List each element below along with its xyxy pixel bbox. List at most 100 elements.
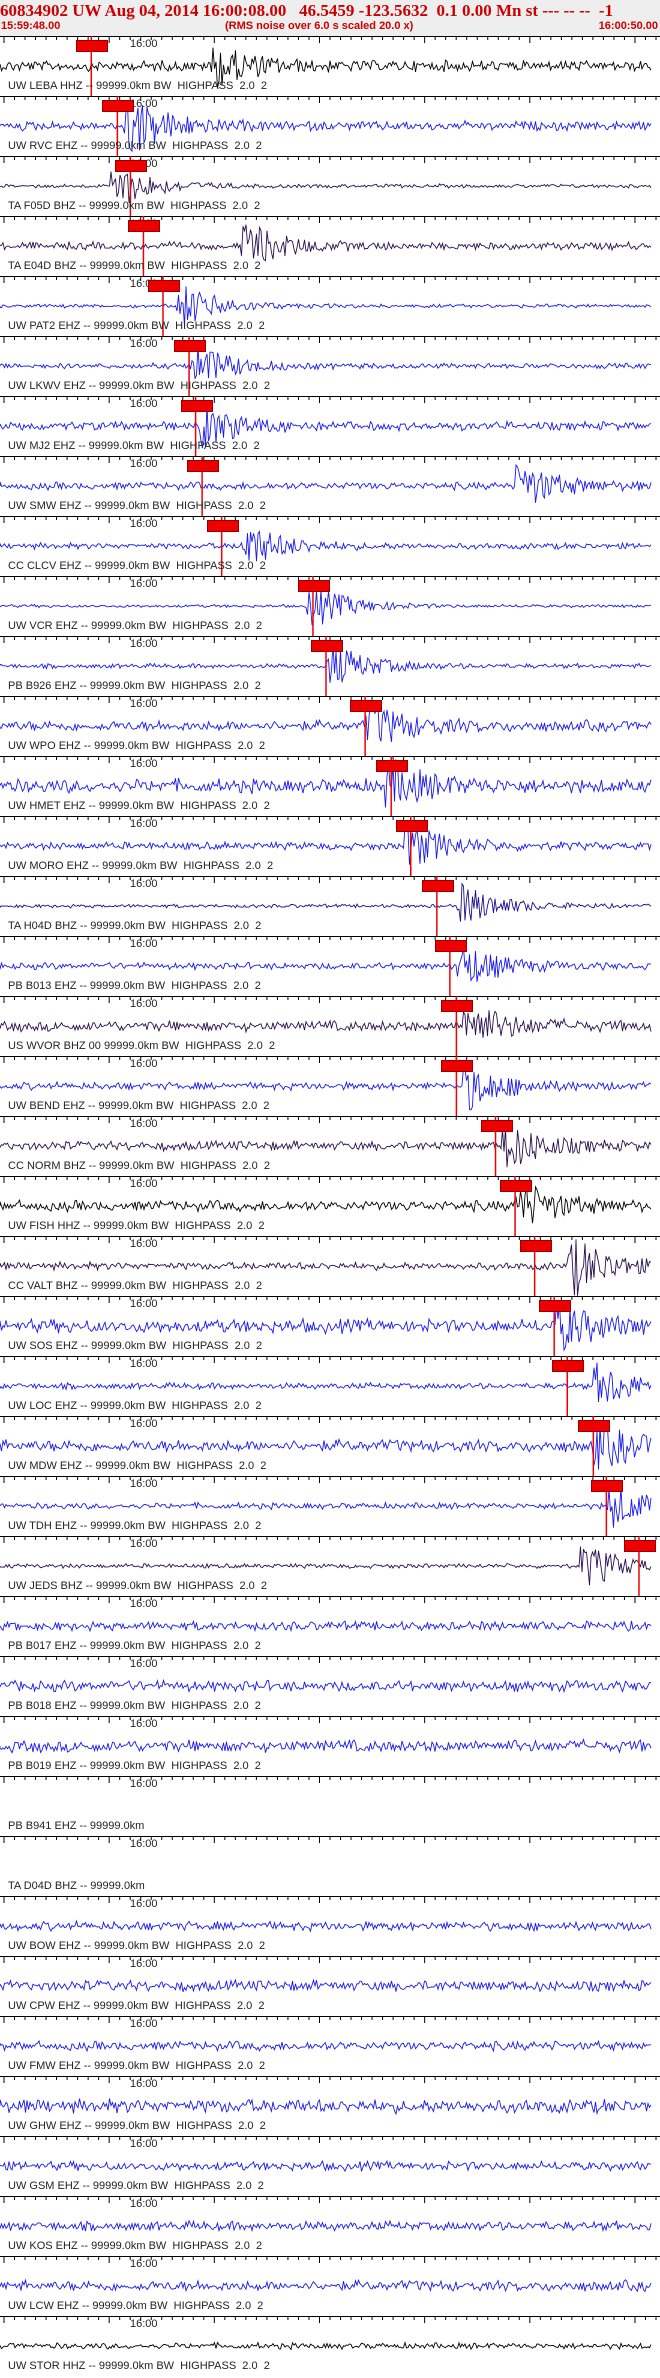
waveform — [0, 1619, 652, 1633]
station-label: UW TDH EHZ -- 99999.0km BW HIGHPASS 2.0 … — [8, 1520, 262, 1532]
waveform — [0, 2039, 652, 2053]
station-label: CC CLCV EHZ -- 99999.0km BW HIGHPASS 2.0… — [8, 560, 266, 572]
station-label: UW MJ2 EHZ -- 99999.0km BW HIGHPASS 2.0 … — [8, 440, 260, 452]
time-tick-label: 16:00 — [130, 818, 158, 830]
trace-row — [0, 1596, 660, 1633]
time-tick-label: 16:00 — [130, 2078, 158, 2090]
pick-marker[interactable] — [395, 820, 428, 832]
time-tick-label: 16:00 — [130, 1238, 158, 1250]
pick-marker[interactable] — [115, 160, 148, 172]
waveform — [0, 224, 652, 262]
station-label: UW MORO EHZ -- 99999.0km BW HIGHPASS 2.0… — [8, 860, 274, 872]
time-tick-label: 16:00 — [130, 1898, 158, 1910]
pick-marker[interactable] — [421, 880, 454, 892]
pick-marker[interactable] — [591, 1480, 624, 1492]
waveform — [0, 1737, 652, 1754]
pick-marker[interactable] — [539, 1300, 572, 1312]
pick-marker[interactable] — [500, 1180, 533, 1192]
station-label: UW GHW EHZ -- 99999.0km BW HIGHPASS 2.0 … — [8, 2120, 266, 2132]
station-label: CC NORM BHZ -- 99999.0km BW HIGHPASS 2.0… — [8, 1160, 271, 1172]
waveform — [0, 1978, 652, 1993]
time-tick-label: 16:00 — [130, 1418, 158, 1430]
station-label: UW SMW EHZ -- 99999.0km BW HIGHPASS 2.0 … — [8, 500, 266, 512]
pick-marker[interactable] — [552, 1360, 585, 1372]
trace-row — [0, 1776, 660, 1783]
pick-marker[interactable] — [519, 1240, 552, 1252]
time-tick-label: 16:00 — [130, 2198, 158, 2210]
pick-marker[interactable] — [480, 1120, 513, 1132]
waveform — [0, 345, 652, 379]
time-tick-label: 16:00 — [130, 698, 158, 710]
pick-marker[interactable] — [174, 340, 207, 352]
station-label: US WVOR BHZ 00 99999.0km BW HIGHPASS 2.0… — [8, 1040, 275, 1052]
pick-marker[interactable] — [187, 460, 220, 472]
waveform — [0, 1184, 652, 1224]
time-tick-label: 16:00 — [130, 338, 158, 350]
pick-marker[interactable] — [180, 400, 213, 412]
time-tick-label: 16:00 — [130, 1718, 158, 1730]
pick-marker[interactable] — [441, 1000, 474, 1012]
pick-marker[interactable] — [376, 760, 409, 772]
time-tick-label: 16:00 — [130, 1538, 158, 1550]
station-label: UW BOW EHZ -- 99999.0km BW HIGHPASS 2.0 … — [8, 1940, 266, 1952]
waveform — [0, 882, 652, 922]
station-label: UW RVC EHZ -- 99999.0km BW HIGHPASS 2.0 … — [8, 140, 262, 152]
waveform — [0, 171, 652, 203]
pick-marker[interactable] — [128, 220, 161, 232]
waveform — [0, 463, 652, 503]
pick-marker[interactable] — [578, 1420, 611, 1432]
waveform — [0, 2278, 652, 2293]
waveform — [0, 700, 652, 742]
station-label: PB B017 EHZ -- 99999.0km BW HIGHPASS 2.0… — [8, 1640, 261, 1652]
time-tick-label: 16:00 — [130, 878, 158, 890]
time-tick-label: 16:00 — [130, 2138, 158, 2150]
trace-row — [0, 1656, 660, 1694]
pick-marker[interactable] — [311, 640, 343, 652]
station-label: UW LEBA HHZ -- 99999.0km BW HIGHPASS 2.0… — [8, 80, 267, 92]
station-label: UW STOR HHZ -- 99999.0km BW HIGHPASS 2.0… — [8, 2360, 270, 2372]
time-tick-label: 16:00 — [130, 1658, 158, 1670]
waveform — [0, 1010, 652, 1038]
time-tick-label: 16:00 — [130, 458, 158, 470]
station-label: UW CPW EHZ -- 99999.0km BW HIGHPASS 2.0 … — [8, 2000, 265, 2012]
time-tick-label: 16:00 — [130, 518, 158, 530]
pick-marker[interactable] — [434, 940, 467, 952]
time-tick-label: 16:00 — [130, 2318, 158, 2330]
waveform — [0, 2159, 652, 2173]
time-tick-label: 16:00 — [130, 1478, 158, 1490]
noise-subtitle: (RMS noise over 6.0 s scaled 20.0 x) — [225, 20, 414, 32]
pick-marker[interactable] — [350, 700, 383, 712]
pick-marker[interactable] — [297, 580, 330, 592]
station-label: UW PAT2 EHZ -- 99999.0km BW HIGHPASS 2.0… — [8, 320, 265, 332]
time-tick-label: 16:00 — [130, 1298, 158, 1310]
time-tick-label: 16:00 — [130, 398, 158, 410]
waveform — [0, 1678, 651, 1694]
trace-row — [0, 2196, 660, 2233]
station-label: UW FMW EHZ -- 99999.0km BW HIGHPASS 2.0 … — [8, 2060, 266, 2072]
station-label: UW WPO EHZ -- 99999.0km BW HIGHPASS 2.0 … — [8, 740, 266, 752]
pick-marker[interactable] — [441, 1060, 474, 1072]
station-label: PB B941 EHZ -- 99999.0km — [8, 1820, 145, 1832]
time-tick-label: 16:00 — [130, 1358, 158, 1370]
waveform — [0, 2219, 652, 2233]
time-tick-label: 16:00 — [130, 578, 158, 590]
pick-marker[interactable] — [206, 520, 239, 532]
pick-marker[interactable] — [148, 280, 180, 292]
trace-row — [0, 2076, 660, 2116]
station-label: TA F05D BHZ -- 99999.0km BW HIGHPASS 2.0… — [8, 200, 261, 212]
waveform — [0, 824, 652, 865]
station-label: UW JEDS BHZ -- 99999.0km BW HIGHPASS 2.0… — [8, 1580, 267, 1592]
time-tick-label: 16:00 — [130, 1958, 158, 1970]
time-tick-label: 16:00 — [130, 1838, 158, 1850]
trace-row — [0, 1716, 660, 1754]
pick-marker[interactable] — [76, 40, 109, 52]
station-label: PB B018 EHZ -- 99999.0km BW HIGHPASS 2.0… — [8, 1700, 261, 1712]
time-tick-label: 16:00 — [130, 938, 158, 950]
station-label: UW KOS EHZ -- 99999.0km BW HIGHPASS 2.0 … — [8, 2240, 263, 2252]
pick-marker[interactable] — [102, 100, 135, 112]
waveform — [0, 2098, 652, 2116]
trace-row — [0, 2016, 660, 2053]
pick-marker[interactable] — [623, 1540, 656, 1552]
trace-row — [0, 1956, 660, 1993]
waveform — [0, 530, 652, 562]
